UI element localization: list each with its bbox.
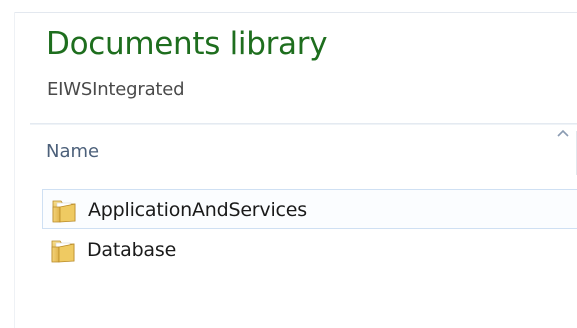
library-subtitle[interactable]: EIWSIntegrated	[47, 79, 185, 100]
list-item-applicationandservices[interactable]: ApplicationAndServices	[42, 189, 577, 229]
folder-icon	[52, 200, 76, 223]
sort-ascending-icon	[557, 129, 569, 137]
pane-top-border	[14, 12, 577, 13]
column-header-bar: Name	[15, 125, 577, 177]
list-item-label: ApplicationAndServices	[88, 199, 307, 221]
column-header-name[interactable]: Name	[46, 141, 99, 162]
explorer-window: Documents library EIWSIntegrated Name Ap…	[0, 0, 577, 328]
library-title: Documents library	[46, 26, 328, 62]
list-item-label: Database	[87, 239, 177, 261]
list-item-database[interactable]: Database	[42, 230, 577, 270]
folder-icon	[51, 240, 75, 263]
